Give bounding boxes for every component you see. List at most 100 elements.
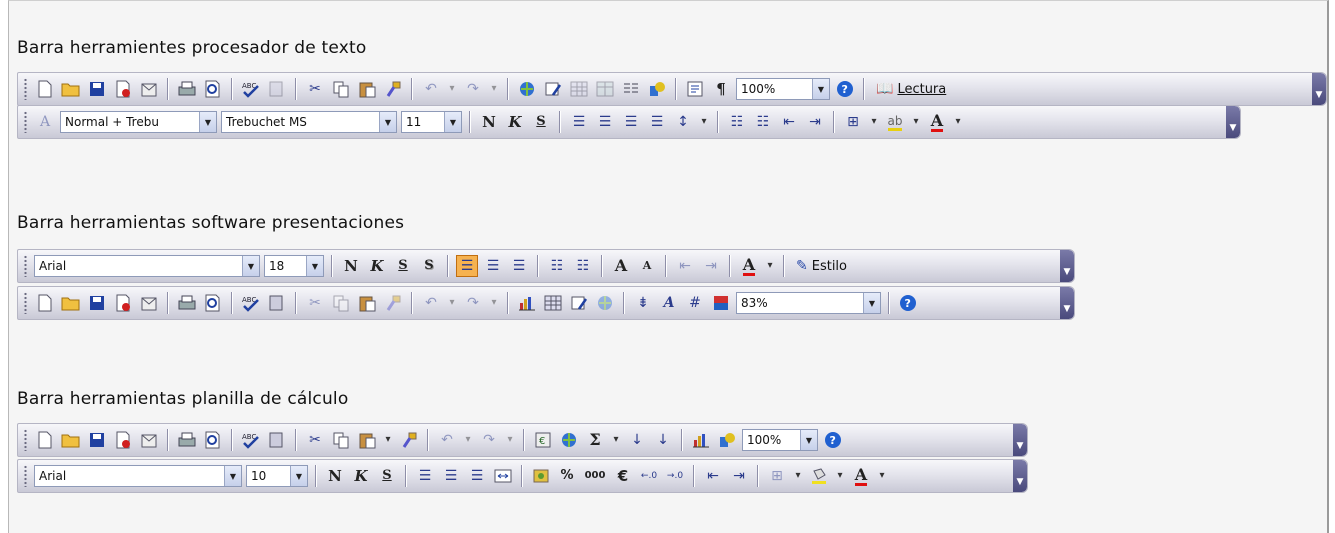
numbering-icon[interactable]: ☷	[546, 255, 568, 277]
justify-icon[interactable]: ☰	[646, 111, 668, 133]
insert-chart-icon[interactable]	[516, 292, 538, 314]
paste-dropdown-icon[interactable]: ▾	[381, 429, 395, 451]
align-center-icon[interactable]: ☰	[482, 255, 504, 277]
style-combobox[interactable]: Normal + Trebu ▼	[60, 111, 217, 133]
italic-button[interactable]: K	[350, 465, 372, 487]
toolbar-grip[interactable]	[24, 111, 27, 133]
research-icon[interactable]	[266, 78, 288, 100]
toolbar-grip[interactable]	[24, 292, 27, 314]
cut-icon[interactable]: ✂	[304, 78, 326, 100]
permission-icon[interactable]	[112, 78, 134, 100]
insert-table-icon[interactable]	[568, 78, 590, 100]
toolbar-options-icon[interactable]: ▼	[1312, 73, 1326, 105]
chart-wizard-icon[interactable]	[690, 429, 712, 451]
autosum-dropdown-icon[interactable]: ▾	[609, 429, 623, 451]
decrease-decimal-icon[interactable]: →.0	[664, 465, 686, 487]
toolbar-options-icon[interactable]: ▼	[1060, 250, 1074, 282]
line-spacing-dropdown-icon[interactable]: ▾	[697, 111, 711, 133]
font-size-combobox[interactable]: 11 ▼	[401, 111, 462, 133]
undo-icon[interactable]: ↶	[436, 429, 458, 451]
chevron-down-icon[interactable]: ▼	[863, 293, 880, 313]
email-icon[interactable]	[138, 78, 160, 100]
print-preview-icon[interactable]	[202, 78, 224, 100]
open-folder-icon[interactable]	[60, 78, 82, 100]
new-document-icon[interactable]	[34, 429, 56, 451]
zoom-combobox[interactable]: 100% ▼	[742, 429, 818, 451]
align-center-icon[interactable]: ☰	[440, 465, 462, 487]
new-document-icon[interactable]	[34, 78, 56, 100]
design-button[interactable]: ✎ Estilo	[792, 255, 851, 277]
chevron-down-icon[interactable]: ▼	[306, 256, 323, 276]
undo-icon[interactable]: ↶	[420, 292, 442, 314]
decrease-font-button[interactable]: A	[636, 255, 658, 277]
italic-button[interactable]: K	[504, 111, 526, 133]
sort-descending-icon[interactable]: ↓	[652, 429, 674, 451]
increase-font-button[interactable]: A	[610, 255, 632, 277]
print-icon[interactable]	[176, 292, 198, 314]
italic-button[interactable]: K	[366, 255, 388, 277]
bullets-icon[interactable]: ☷	[752, 111, 774, 133]
research-icon[interactable]	[266, 429, 288, 451]
save-icon[interactable]	[86, 292, 108, 314]
insert-excel-icon[interactable]	[594, 78, 616, 100]
hyperlink-icon[interactable]	[558, 429, 580, 451]
bold-button[interactable]: N	[324, 465, 346, 487]
undo-dropdown-icon[interactable]: ▾	[445, 292, 459, 314]
document-map-icon[interactable]	[684, 78, 706, 100]
undo-dropdown-icon[interactable]: ▾	[445, 78, 459, 100]
comma-style-button[interactable]: 000	[582, 465, 608, 487]
permission-icon[interactable]	[112, 429, 134, 451]
format-painter-icon[interactable]	[398, 429, 420, 451]
decrease-indent-icon[interactable]: ⇤	[702, 465, 724, 487]
line-spacing-icon[interactable]: ↕	[672, 111, 694, 133]
cut-icon[interactable]: ✂	[304, 429, 326, 451]
align-left-icon[interactable]: ☰	[568, 111, 590, 133]
align-left-icon[interactable]: ☰	[456, 255, 478, 277]
spelling-icon[interactable]: ABC	[240, 429, 262, 451]
open-folder-icon[interactable]	[60, 429, 82, 451]
font-size-combobox[interactable]: 18 ▼	[264, 255, 324, 277]
print-icon[interactable]	[176, 429, 198, 451]
align-center-icon[interactable]: ☰	[594, 111, 616, 133]
toolbar-options-icon[interactable]: ▼	[1013, 460, 1027, 492]
drawing-icon[interactable]	[716, 429, 738, 451]
columns-icon[interactable]	[620, 78, 642, 100]
color-grayscale-icon[interactable]	[710, 292, 732, 314]
underline-button[interactable]: S	[392, 255, 414, 277]
help-icon[interactable]: ?	[897, 292, 919, 314]
research-icon[interactable]	[266, 292, 288, 314]
bullets-icon[interactable]: ☷	[572, 255, 594, 277]
shadow-button[interactable]: S	[418, 255, 440, 277]
sort-ascending-icon[interactable]: ↓	[626, 429, 648, 451]
expand-all-icon[interactable]: ⇟	[632, 292, 654, 314]
print-preview-icon[interactable]	[202, 292, 224, 314]
insert-table-icon[interactable]	[542, 292, 564, 314]
tables-borders-icon[interactable]	[542, 78, 564, 100]
font-color-icon[interactable]: A	[850, 465, 872, 487]
chevron-down-icon[interactable]: ▼	[800, 430, 817, 450]
fill-color-dropdown-icon[interactable]: ▾	[833, 465, 847, 487]
autosum-button[interactable]: Σ	[584, 429, 606, 451]
redo-dropdown-icon[interactable]: ▾	[487, 292, 501, 314]
borders-dropdown-icon[interactable]: ▾	[867, 111, 881, 133]
euro-conversion-icon[interactable]: €	[532, 429, 554, 451]
font-color-dropdown-icon[interactable]: ▾	[763, 255, 777, 277]
toolbar-grip[interactable]	[24, 429, 27, 451]
bold-button[interactable]: N	[478, 111, 500, 133]
increase-indent-icon[interactable]: ⇥	[728, 465, 750, 487]
borders-icon[interactable]: ⊞	[842, 111, 864, 133]
font-size-combobox[interactable]: 10 ▼	[246, 465, 308, 487]
font-combobox[interactable]: Trebuchet MS ▼	[221, 111, 397, 133]
chevron-down-icon[interactable]: ▼	[224, 466, 241, 486]
font-color-icon[interactable]: A	[926, 111, 948, 133]
new-document-icon[interactable]	[34, 292, 56, 314]
numbering-icon[interactable]: ☷	[726, 111, 748, 133]
paste-icon[interactable]	[356, 292, 378, 314]
increase-decimal-icon[interactable]: ←.0	[638, 465, 660, 487]
toolbar-options-icon[interactable]: ▼	[1226, 106, 1240, 138]
highlight-icon[interactable]: ab	[884, 111, 906, 133]
show-hide-marks-icon[interactable]: ¶	[710, 78, 732, 100]
chevron-down-icon[interactable]: ▼	[242, 256, 259, 276]
redo-icon[interactable]: ↷	[478, 429, 500, 451]
font-combobox[interactable]: Arial ▼	[34, 465, 242, 487]
